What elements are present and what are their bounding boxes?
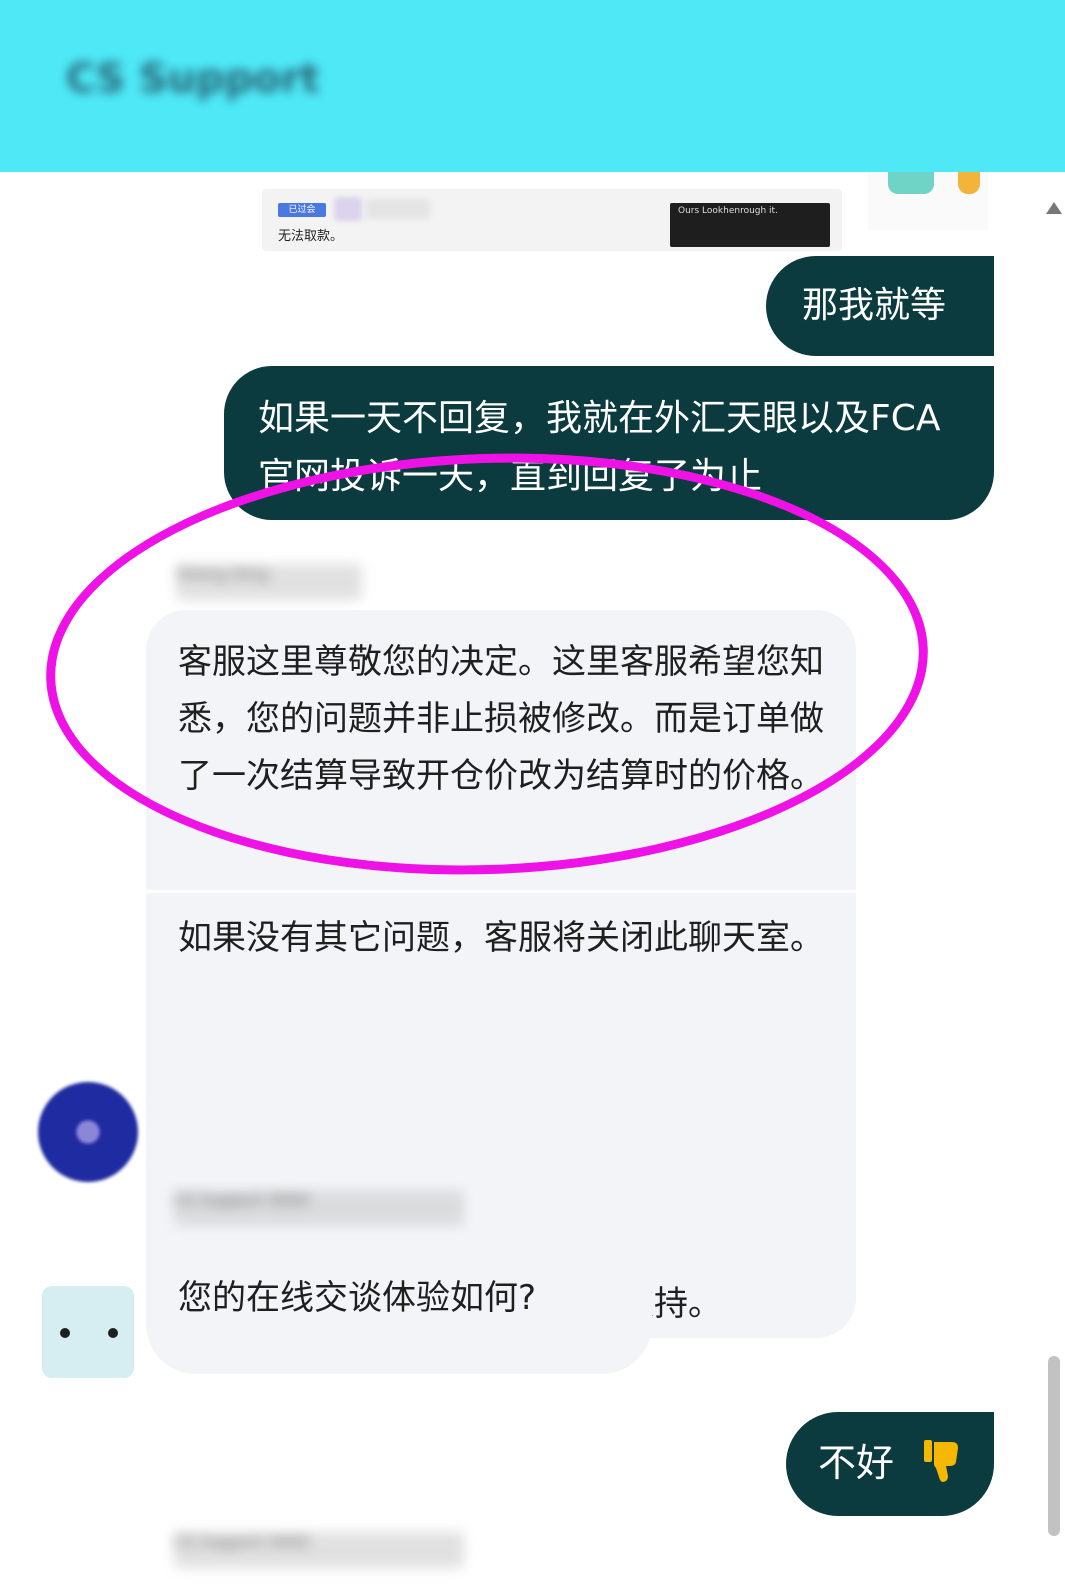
user-message-bubble: 如果一天不回复，我就在外汇天眼以及FCA官网投诉一天，直到回复了为止 bbox=[224, 366, 994, 520]
scroll-up-icon[interactable] bbox=[1046, 202, 1062, 214]
thumbs-down-icon bbox=[924, 1440, 958, 1482]
chat-header: CS Support bbox=[0, 0, 1065, 172]
bot-eye bbox=[108, 1328, 118, 1338]
preview-avatar bbox=[334, 197, 362, 221]
bot-message-bubble: 您的在线交谈体验如何? bbox=[146, 1250, 652, 1374]
agent-sender-name: Sheng Ding bbox=[176, 564, 362, 600]
bot-face-icon bbox=[42, 1286, 134, 1378]
preview-name bbox=[366, 199, 430, 219]
bot-message-text: 您的在线交谈体验如何? bbox=[178, 1278, 537, 1318]
bot-sender-name: CS Support 0000 bbox=[174, 1190, 464, 1226]
agent-avatar bbox=[38, 1082, 138, 1182]
chat-area[interactable]: 已过会 无法取款。 Ours Lookhenrough it. 那我就等 如果一… bbox=[0, 172, 1065, 1589]
bot-eye bbox=[60, 1328, 70, 1338]
user-message-text: 如果一天不回复，我就在外汇天眼以及FCA官网投诉一天，直到回复了为止 bbox=[258, 398, 941, 497]
bot-sender-name: CS Support 0000 bbox=[174, 1532, 464, 1568]
user-message-bubble: 那我就等 bbox=[766, 256, 994, 356]
side-toolbar bbox=[868, 172, 988, 230]
scrollbar-thumb[interactable] bbox=[1048, 1356, 1060, 1536]
header-title: CS Support bbox=[66, 56, 320, 102]
agent-message-text: 客服这里尊敬您的决定。这里客服希望您知悉，您的问题并非止损被修改。而是订单做了一… bbox=[178, 642, 824, 796]
preview-text: 无法取款。 bbox=[278, 229, 344, 244]
agent-message-bubble: 客服这里尊敬您的决定。这里客服希望您知悉，您的问题并非止损被修改。而是订单做了一… bbox=[146, 610, 856, 1338]
rating-response-bubble[interactable]: 不好 bbox=[786, 1412, 994, 1516]
user-message-text: 那我就等 bbox=[802, 285, 947, 326]
agent-message-text: 如果没有其它问题，客服将关闭此聊天室。 bbox=[178, 918, 824, 958]
preview-tag: 已过会 bbox=[278, 203, 326, 217]
attached-screenshot-preview[interactable]: 已过会 无法取款。 Ours Lookhenrough it. bbox=[262, 189, 842, 251]
message-divider bbox=[146, 890, 856, 893]
toolbar-app-icon[interactable] bbox=[888, 172, 934, 194]
preview-dark-panel: Ours Lookhenrough it. bbox=[670, 203, 830, 247]
toolbar-app-icon[interactable] bbox=[958, 172, 980, 194]
rating-response-text: 不好 bbox=[818, 1441, 895, 1485]
